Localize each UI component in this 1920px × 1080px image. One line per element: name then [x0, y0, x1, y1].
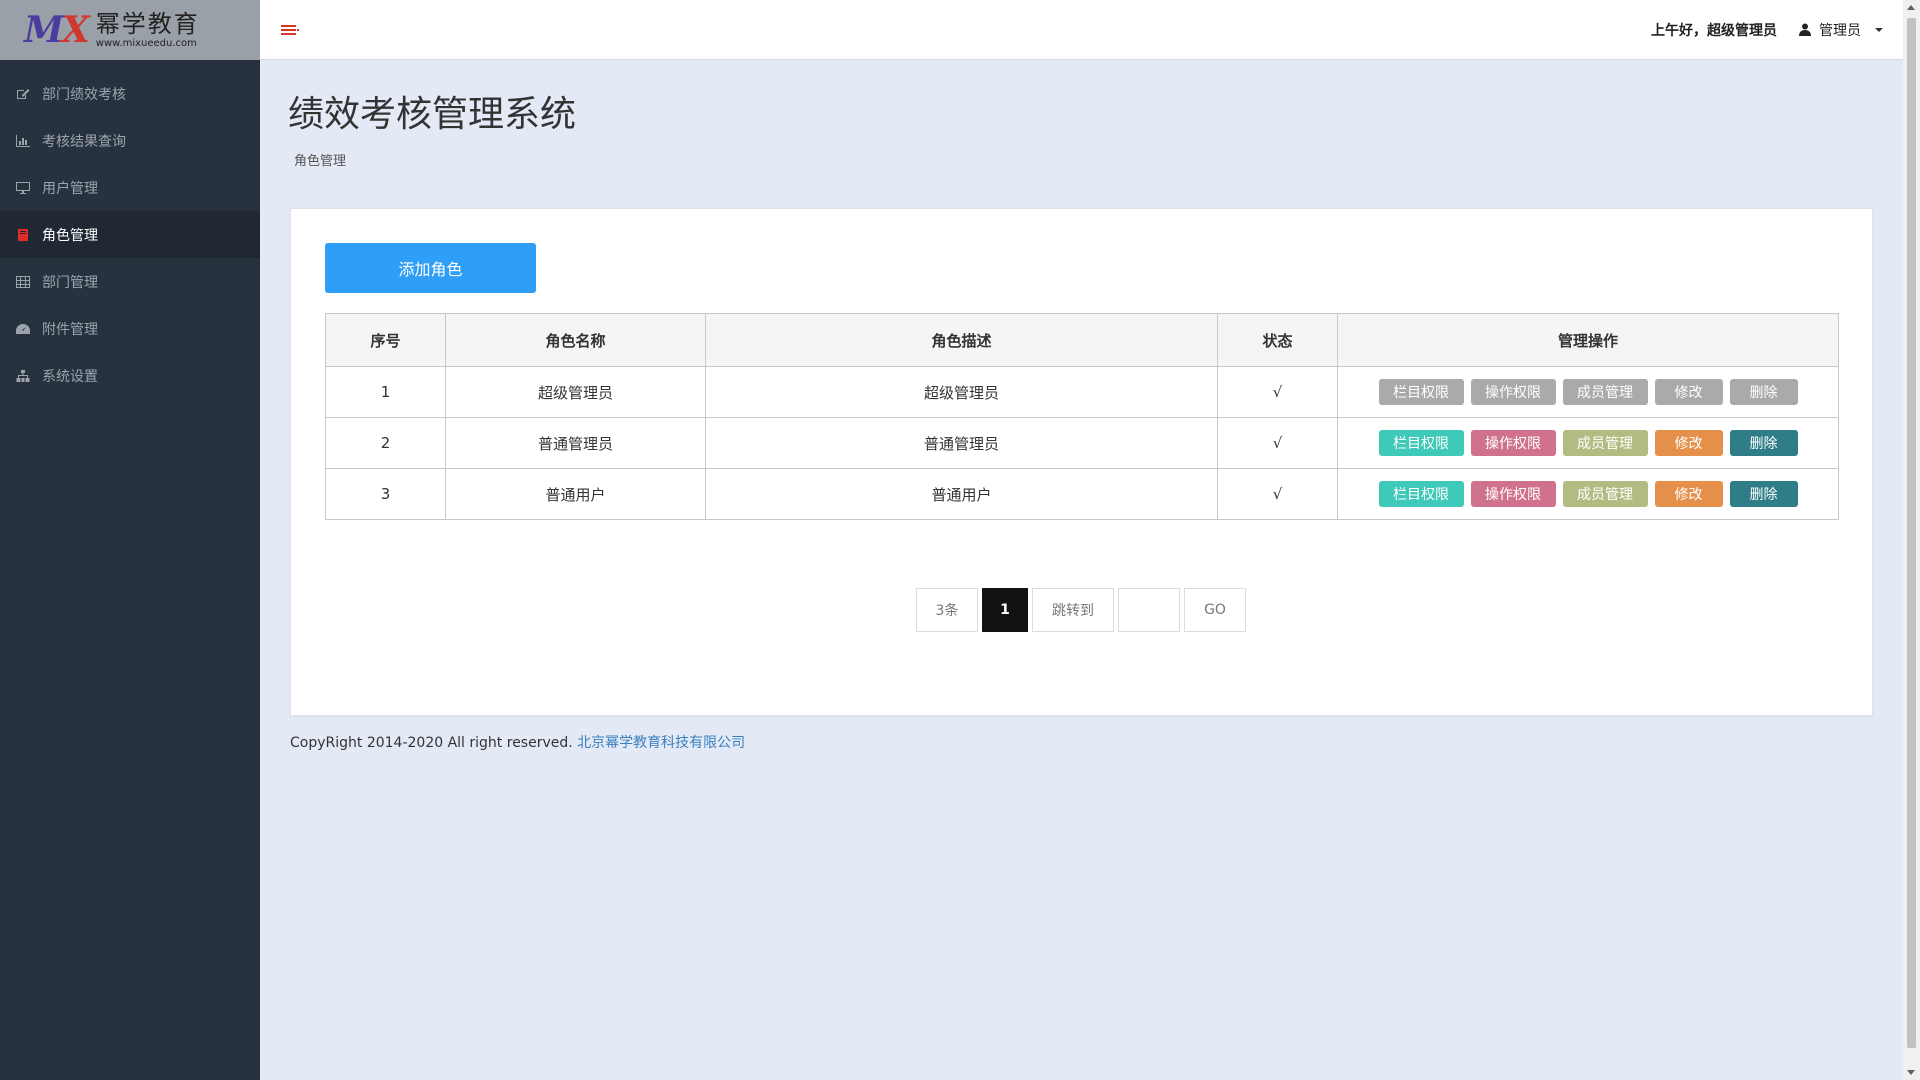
table-row: 3 普通用户 普通用户 √ 栏目权限 操作权限 成员管理 修改 删除: [325, 468, 1839, 520]
scrollbar[interactable]: [1903, 0, 1920, 1080]
go-button[interactable]: GO: [1184, 588, 1246, 632]
chevron-down-icon: [1875, 27, 1883, 32]
column-permission-button[interactable]: 栏目权限: [1378, 481, 1464, 507]
page-number-input[interactable]: [1118, 588, 1180, 632]
cell-actions: 栏目权限 操作权限 成员管理 修改 删除: [1337, 468, 1839, 520]
user-menu[interactable]: 管理员: [1799, 20, 1883, 40]
sidebar-item-roles[interactable]: 角色管理: [0, 211, 260, 258]
sidebar-item-label: 部门管理: [42, 274, 98, 291]
edit-button[interactable]: 修改: [1654, 430, 1723, 456]
sitemap-icon: [16, 369, 30, 382]
sidebar-item-label: 用户管理: [42, 180, 98, 197]
operation-permission-button[interactable]: 操作权限: [1470, 430, 1556, 456]
jump-to-label: 跳转到: [1032, 588, 1114, 632]
cell-actions: 栏目权限 操作权限 成员管理 修改 删除: [1337, 417, 1839, 469]
table-body: 1 超级管理员 超级管理员 √ 栏目权限 操作权限 成员管理 修改 删除 2 普…: [325, 366, 1839, 520]
scroll-up-icon[interactable]: [1907, 5, 1915, 10]
cell-role-name: 普通用户: [445, 468, 706, 520]
user-name: 管理员: [1819, 22, 1861, 39]
delete-button[interactable]: 删除: [1729, 379, 1798, 405]
cell-role-name: 超级管理员: [445, 366, 706, 418]
operation-permission-button[interactable]: 操作权限: [1470, 481, 1556, 507]
column-header-status: 状态: [1217, 313, 1338, 367]
total-count: 3条: [916, 588, 978, 632]
sidebar-item-departments[interactable]: 部门管理: [0, 258, 260, 305]
delete-button[interactable]: 删除: [1729, 481, 1798, 507]
logo[interactable]: MX 幂学教育 www.mixueedu.com: [0, 0, 260, 60]
cell-index: 2: [325, 417, 446, 469]
sidebar-item-settings[interactable]: 系统设置: [0, 352, 260, 399]
cell-role-description: 普通用户: [705, 468, 1218, 520]
sidebar-item-dept-performance[interactable]: 部门绩效考核: [0, 70, 260, 117]
scrollbar-thumb[interactable]: [1907, 18, 1916, 1048]
footer: CopyRight 2014-2020 All right reserved. …: [290, 732, 745, 752]
cell-role-name: 普通管理员: [445, 417, 706, 469]
copyright-text: CopyRight 2014-2020 All right reserved.: [290, 735, 578, 751]
content-card: 添加角色 序号 角色名称 角色描述 状态 管理操作 1 超级管理员 超级管理员 …: [290, 208, 1873, 716]
logo-mark: MX: [24, 9, 90, 51]
menu-toggle-icon[interactable]: [280, 23, 300, 37]
sidebar-item-users[interactable]: 用户管理: [0, 164, 260, 211]
table-row: 1 超级管理员 超级管理员 √ 栏目权限 操作权限 成员管理 修改 删除: [325, 366, 1839, 418]
pagination: 3条 1 跳转到 GO: [916, 588, 1246, 632]
operation-permission-button[interactable]: 操作权限: [1470, 379, 1556, 405]
cell-index: 3: [325, 468, 446, 520]
column-permission-button[interactable]: 栏目权限: [1378, 379, 1464, 405]
cell-status: √: [1217, 417, 1338, 469]
monitor-icon: [16, 181, 30, 194]
table-icon: [16, 275, 30, 288]
cell-status: √: [1217, 366, 1338, 418]
column-permission-button[interactable]: 栏目权限: [1378, 430, 1464, 456]
member-management-button[interactable]: 成员管理: [1562, 481, 1648, 507]
sidebar-item-label: 附件管理: [42, 321, 98, 338]
page-button-current[interactable]: 1: [982, 588, 1028, 632]
member-management-button[interactable]: 成员管理: [1562, 430, 1648, 456]
cell-index: 1: [325, 366, 446, 418]
sidebar-item-label: 考核结果查询: [42, 133, 126, 150]
top-bar: 上午好，超级管理员 管理员: [260, 0, 1903, 60]
dashboard-icon: [16, 323, 30, 335]
logo-name: 幂学教育: [95, 9, 200, 38]
cell-role-description: 普通管理员: [705, 417, 1218, 469]
edit-button[interactable]: 修改: [1654, 481, 1723, 507]
column-header-name: 角色名称: [445, 313, 706, 367]
greeting-text: 上午好，超级管理员: [1651, 22, 1777, 39]
sidebar: MX 幂学教育 www.mixueedu.com 部门绩效考核 考核结果查询 用…: [0, 0, 260, 1080]
breadcrumb: 角色管理: [294, 154, 347, 169]
column-header-description: 角色描述: [705, 313, 1218, 367]
logo-url: www.mixueedu.com: [95, 37, 197, 49]
book-icon: [16, 228, 30, 241]
edit-icon: [16, 88, 30, 100]
column-header-index: 序号: [325, 313, 446, 367]
sidebar-item-attachments[interactable]: 附件管理: [0, 305, 260, 352]
roles-table: 序号 角色名称 角色描述 状态 管理操作 1 超级管理员 超级管理员 √ 栏目权…: [325, 313, 1839, 520]
delete-button[interactable]: 删除: [1729, 430, 1798, 456]
cell-actions: 栏目权限 操作权限 成员管理 修改 删除: [1337, 366, 1839, 418]
member-management-button[interactable]: 成员管理: [1562, 379, 1648, 405]
user-icon: [1799, 23, 1811, 36]
table-header-row: 序号 角色名称 角色描述 状态 管理操作: [325, 313, 1839, 367]
cell-status: √: [1217, 468, 1338, 520]
column-header-actions: 管理操作: [1337, 313, 1839, 367]
scroll-down-icon[interactable]: [1907, 1070, 1915, 1075]
sidebar-item-label: 角色管理: [42, 227, 98, 244]
sidebar-item-result-query[interactable]: 考核结果查询: [0, 117, 260, 164]
sidebar-item-label: 系统设置: [42, 368, 98, 385]
cell-role-description: 超级管理员: [705, 366, 1218, 418]
company-link[interactable]: 北京幂学教育科技有限公司: [577, 735, 745, 751]
table-row: 2 普通管理员 普通管理员 √ 栏目权限 操作权限 成员管理 修改 删除: [325, 417, 1839, 469]
add-role-button[interactable]: 添加角色: [325, 243, 536, 293]
page-title: 绩效考核管理系统: [288, 94, 577, 135]
edit-button[interactable]: 修改: [1654, 379, 1723, 405]
sidebar-nav: 部门绩效考核 考核结果查询 用户管理 角色管理 部门管理 附件管理 系统设置: [0, 70, 260, 399]
sidebar-item-label: 部门绩效考核: [42, 86, 126, 103]
bar-chart-icon: [16, 134, 30, 147]
